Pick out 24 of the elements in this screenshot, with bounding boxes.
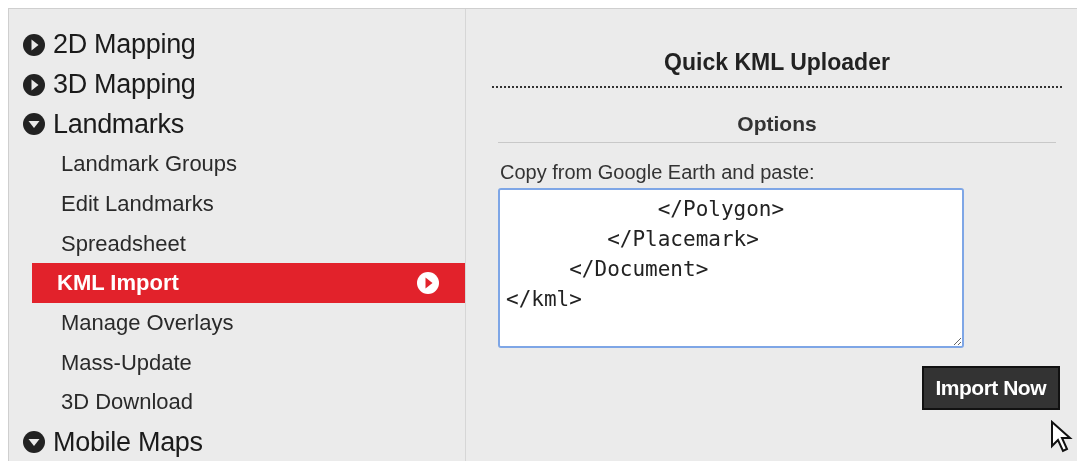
menu-item[interactable]: Edit Landmarks bbox=[9, 183, 465, 224]
expand-icon bbox=[23, 73, 45, 96]
menu-section[interactable]: 3D Mapping bbox=[9, 64, 465, 105]
menu-item[interactable]: Landmark Groups bbox=[9, 144, 465, 184]
section-heading: Options bbox=[498, 112, 1056, 143]
menu-section[interactable]: Landmarks bbox=[9, 104, 465, 145]
section-label: Mobile Maps bbox=[53, 426, 203, 458]
collapse-icon bbox=[23, 113, 45, 136]
import-button[interactable]: Import Now bbox=[921, 366, 1060, 410]
collapse-icon bbox=[23, 431, 45, 454]
menu-item[interactable]: Mass-Update bbox=[9, 342, 465, 383]
field-label: Copy from Google Earth and paste: bbox=[500, 161, 816, 184]
section-label: 3D Mapping bbox=[53, 69, 196, 101]
section-label: Landmarks bbox=[53, 108, 184, 140]
menu-item[interactable]: 3D Download bbox=[9, 382, 465, 423]
section-label: 2D Mapping bbox=[53, 29, 196, 61]
menu-item[interactable]: Spreadsheet bbox=[9, 223, 465, 264]
kml-textarea[interactable]: </Polygon> </Placemark> </Document> </kml> bbox=[498, 188, 964, 348]
menu-item[interactable]: Manage Overlays bbox=[9, 303, 465, 343]
menu-section[interactable]: Mobile Maps bbox=[9, 422, 465, 461]
expand-icon bbox=[23, 33, 45, 56]
menu-item[interactable]: KML Import bbox=[32, 263, 465, 304]
panel-title: Quick KML Uploader bbox=[492, 49, 1062, 88]
menu-section[interactable]: 2D Mapping bbox=[9, 25, 465, 65]
